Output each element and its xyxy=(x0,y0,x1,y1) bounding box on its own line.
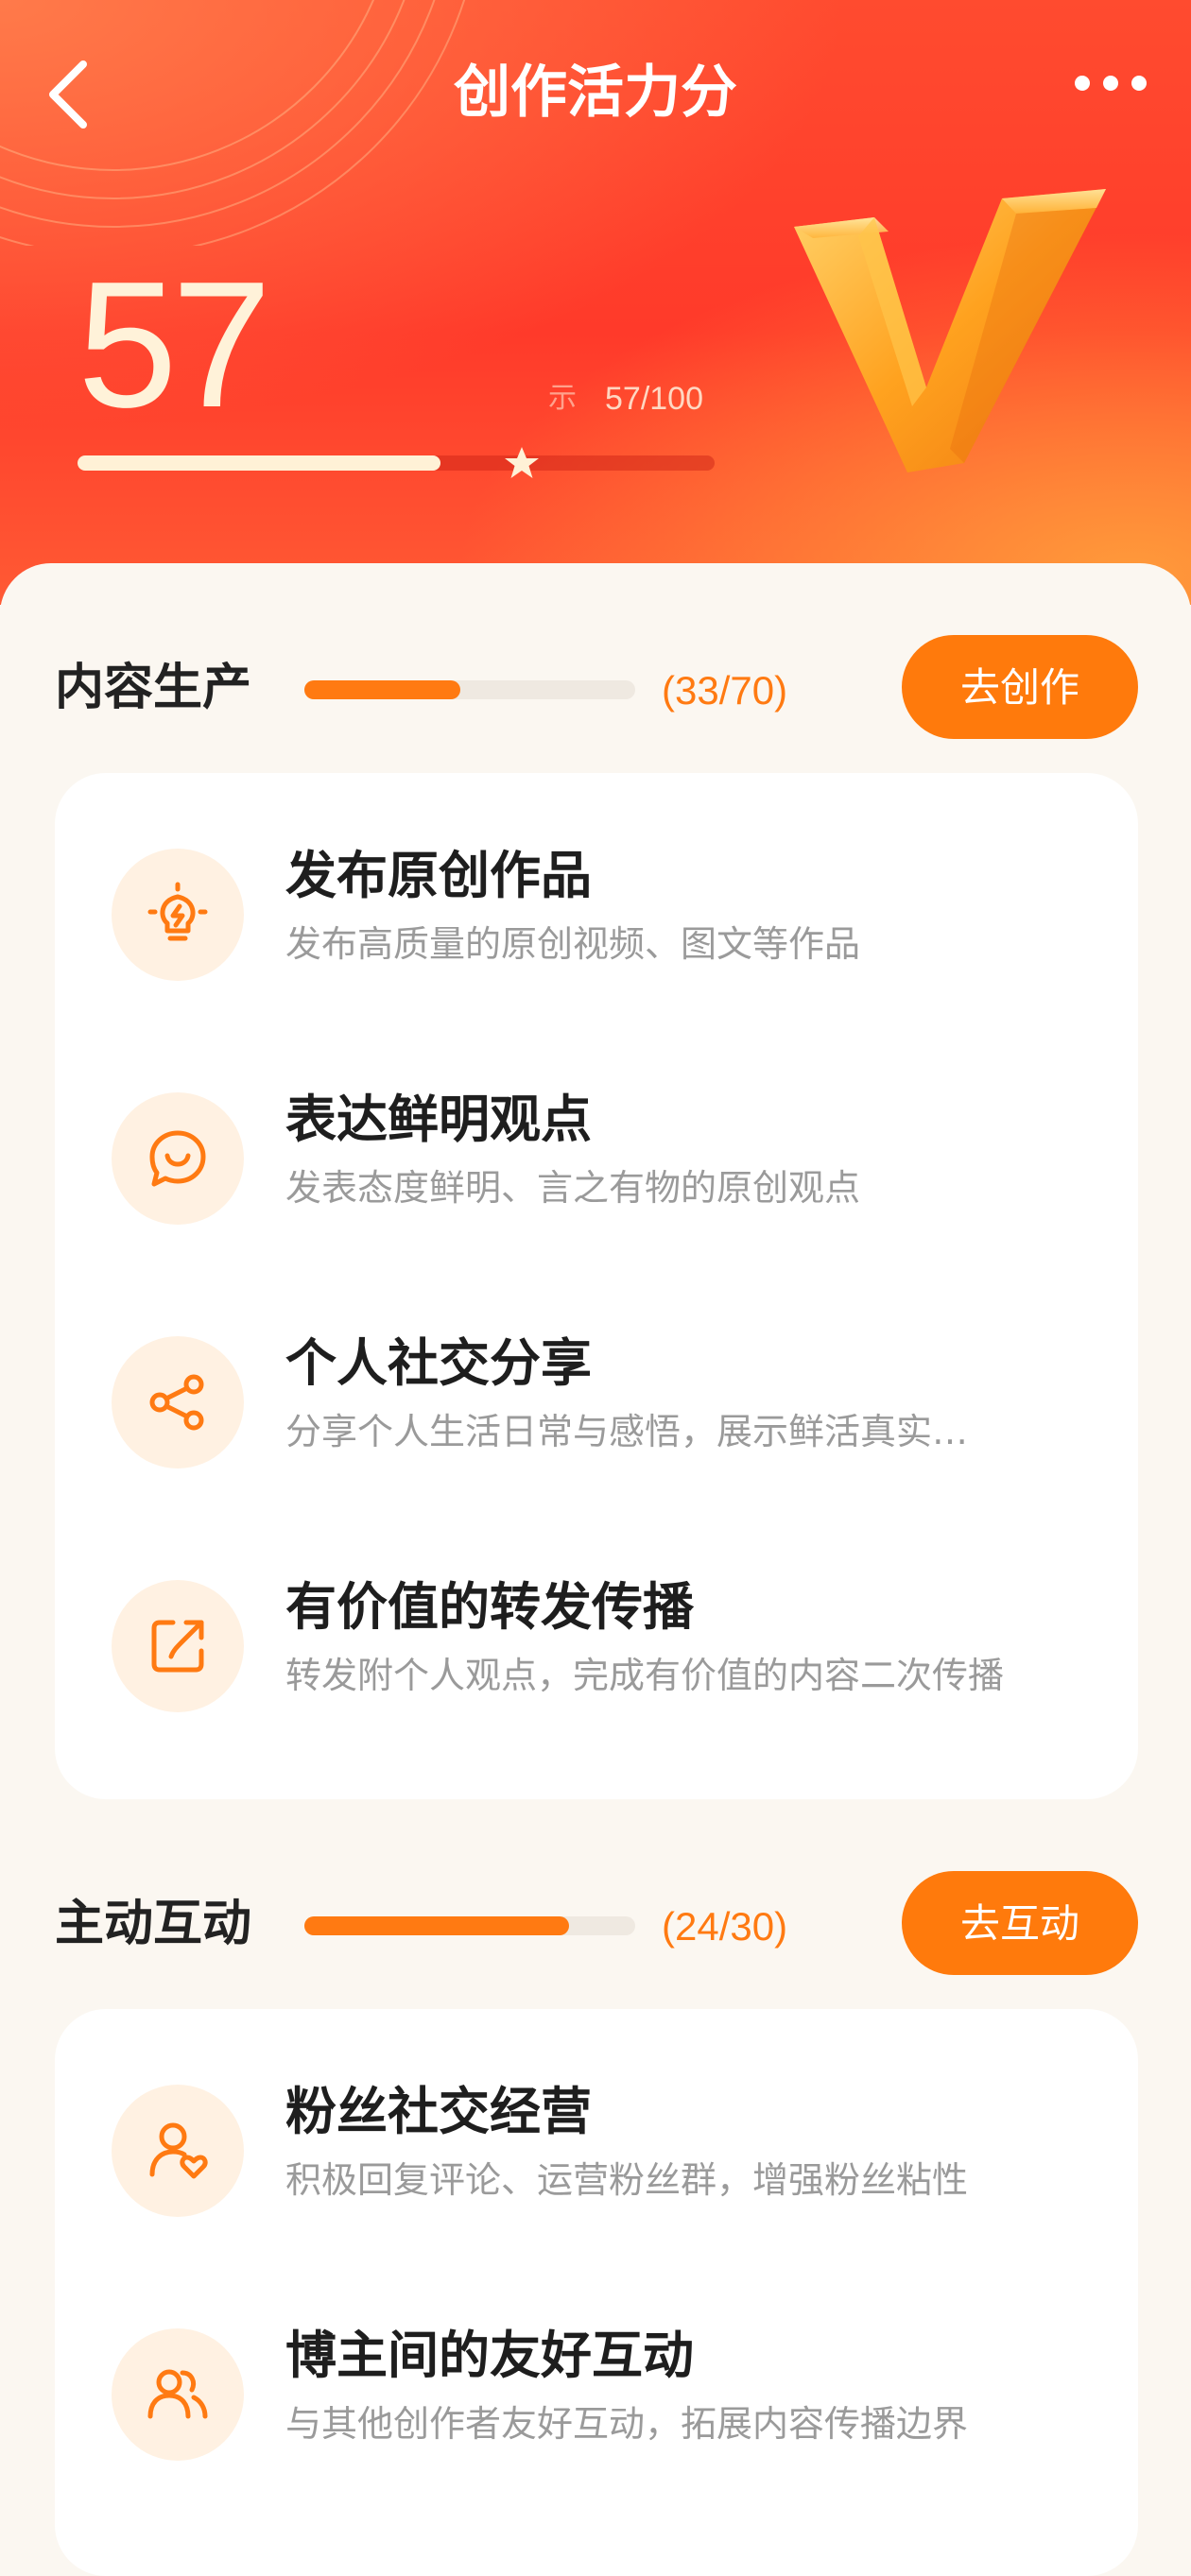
star-icon xyxy=(505,447,539,478)
forward-icon xyxy=(151,1620,204,1673)
share-icon xyxy=(149,1374,204,1431)
top-bar: 创作活力分 xyxy=(0,38,1191,151)
task-description: 发布高质量的原创视频、图文等作品 xyxy=(285,923,861,965)
lightbulb-icon xyxy=(147,882,208,941)
score-progress-bar xyxy=(78,455,715,471)
score-progress-fill xyxy=(78,455,441,471)
hero-banner: 创作活力分 57 示 57/100 xyxy=(0,0,1191,605)
task-title: 粉丝社交经营 xyxy=(285,2082,592,2141)
score-value: 57 xyxy=(78,245,271,445)
section-progress-bar xyxy=(304,1916,635,1935)
task-description: 发表态度鲜明、言之有物的原创观点 xyxy=(285,1167,861,1209)
task-title: 表达鲜明观点 xyxy=(285,1090,592,1149)
task-card-active-interaction: 粉丝社交经营 积极回复评论、运营粉丝群，增强粉丝粘性 博主间的友好互动 与其他创… xyxy=(55,2009,1138,2576)
task-description: 与其他创作者友好互动，拓展内容传播边界 xyxy=(285,2403,969,2445)
section-title: 主动互动 xyxy=(55,1896,252,1952)
task-item-express-opinion[interactable]: 表达鲜明观点 发表态度鲜明、言之有物的原创观点 xyxy=(55,1051,1138,1259)
task-item-social-share[interactable]: 个人社交分享 分享个人生活日常与感悟，展示鲜活真实… xyxy=(55,1295,1138,1503)
user-heart-icon xyxy=(149,2122,208,2179)
more-button[interactable] xyxy=(1068,66,1153,123)
page-title: 创作活力分 xyxy=(454,60,737,126)
go-create-button[interactable]: 去创作 xyxy=(902,635,1138,739)
task-item-creator-interaction[interactable]: 博主间的友好互动 与其他创作者友好互动，拓展内容传播边界 xyxy=(55,2287,1138,2495)
task-item-publish-original[interactable]: 发布原创作品 发布高质量的原创视频、图文等作品 xyxy=(55,807,1138,1015)
section-progress-text: (33/70) xyxy=(662,668,788,713)
task-title: 博主间的友好互动 xyxy=(285,2326,694,2385)
content-sheet: 内容生产 (33/70) 去创作 发布原创作品 发布高质量的原创视频、图文等作品… xyxy=(0,563,1191,2576)
chat-smile-icon xyxy=(149,1130,206,1187)
task-item-fan-management[interactable]: 粉丝社交经营 积极回复评论、运营粉丝群，增强粉丝粘性 xyxy=(55,2043,1138,2251)
section-progress-bar xyxy=(304,680,635,699)
go-interact-button[interactable]: 去互动 xyxy=(902,1871,1138,1975)
section-progress-fill xyxy=(304,1916,569,1935)
score-ratio: 57/100 xyxy=(605,381,703,417)
score-caption: 示 xyxy=(548,382,577,415)
v-badge-icon xyxy=(794,189,1106,472)
task-description: 积极回复评论、运营粉丝群，增强粉丝粘性 xyxy=(285,2159,969,2201)
task-card-content-production: 发布原创作品 发布高质量的原创视频、图文等作品 表达鲜明观点 发表态度鲜明、言之… xyxy=(55,773,1138,1799)
task-title: 发布原创作品 xyxy=(285,846,592,905)
section-progress-fill xyxy=(304,680,460,699)
users-icon xyxy=(147,2369,208,2419)
task-description: 分享个人生活日常与感悟，展示鲜活真实… xyxy=(285,1411,969,1452)
section-progress-text: (24/30) xyxy=(662,1904,788,1949)
task-description: 转发附个人观点，完成有价值的内容二次传播 xyxy=(285,1655,1005,1696)
section-title: 内容生产 xyxy=(55,660,252,716)
section-active-interaction: 主动互动 (24/30) 去互动 xyxy=(55,1871,1138,1975)
task-title: 有价值的转发传播 xyxy=(285,1577,694,1637)
task-title: 个人社交分享 xyxy=(285,1333,592,1393)
task-item-forward-spread[interactable]: 有价值的转发传播 转发附个人观点，完成有价值的内容二次传播 xyxy=(55,1538,1138,1746)
section-content-production: 内容生产 (33/70) 去创作 xyxy=(55,635,1138,739)
more-dots-icon xyxy=(1075,76,1147,91)
